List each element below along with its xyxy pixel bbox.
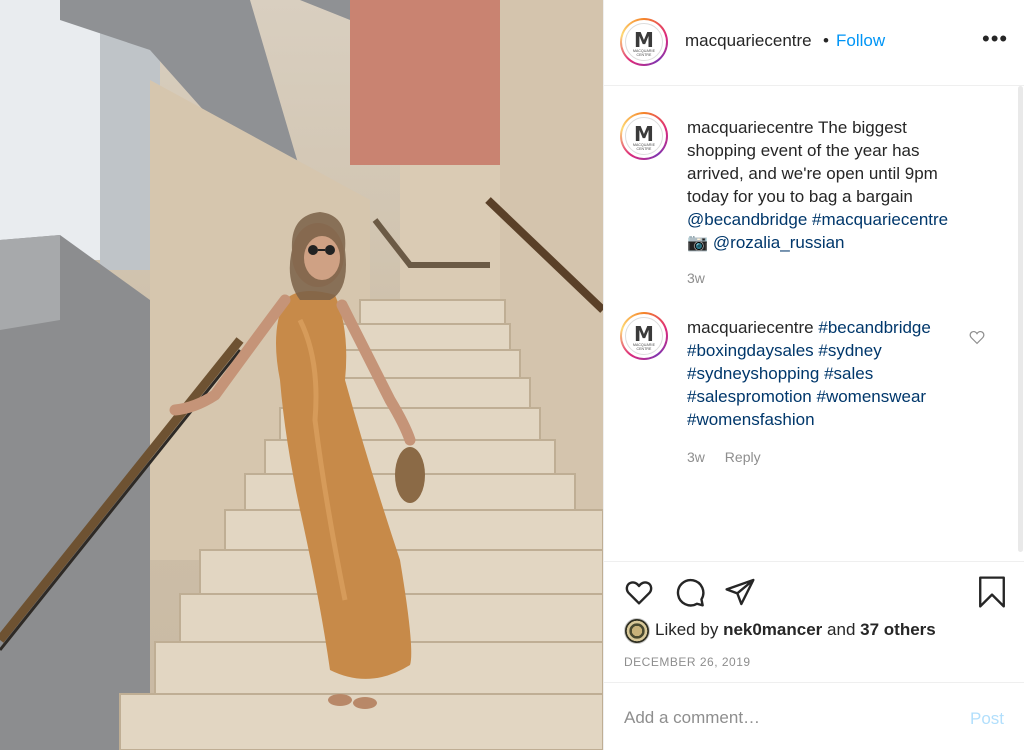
hashtag-link[interactable]: #womensfashion [687,410,815,429]
comments-scrollbar[interactable] [1018,86,1023,552]
macquarie-logo: M MACQUARIE CENTRE [625,117,663,155]
macquarie-logo: M MACQUARIE CENTRE [625,317,663,355]
hashtag-link[interactable]: #salespromotion [687,387,812,406]
comment-icon[interactable] [674,576,706,608]
likes-prefix: Liked by [655,620,719,639]
comment-input[interactable] [624,703,944,733]
caption-meta: 3w [687,270,705,286]
profile-avatar[interactable]: M MACQUARIE CENTRE [620,18,668,66]
camera-icon: 📷 [687,233,709,252]
add-comment-bar: Post [604,682,1024,750]
share-icon[interactable] [724,576,756,608]
post-header: M MACQUARIE CENTRE macquariecentre • Fol… [604,0,1024,86]
post-comment-button[interactable]: Post [970,709,1004,729]
reply-button[interactable]: Reply [725,449,761,465]
comment-text: macquariecentre #becandbridge #boxingday… [687,316,967,431]
post-actions: Liked by nek0mancer and 37 others DECEMB… [604,561,1024,682]
likes-others-link[interactable]: 37 others [860,620,936,639]
caption-username[interactable]: macquariecentre [687,118,814,137]
post-photo[interactable] [0,0,603,750]
more-options-icon[interactable]: ••• [982,26,1008,52]
post-caption: M MACQUARIE CENTRE macquariecentre The b… [620,112,1010,292]
comment-time[interactable]: 3w [687,449,705,465]
hashtag-link[interactable]: #macquariecentre [812,210,948,229]
likes-conjunction: and [827,620,856,639]
post-photo-illustration [0,0,603,750]
liker-username[interactable]: nek0mancer [723,620,822,639]
hashtag-link[interactable]: #boxingdaysales [687,341,814,360]
comment-like-heart-icon[interactable] [968,328,986,346]
hashtag-link[interactable]: #sydneyshopping [687,364,819,383]
follow-button[interactable]: Follow [836,31,885,51]
comment-username[interactable]: macquariecentre [687,318,814,337]
hashtag-link[interactable]: #sydney [818,341,881,360]
liker-avatar[interactable] [624,618,650,644]
caption-text: macquariecentre The biggest shopping eve… [687,116,967,254]
hashtag-link[interactable]: #sales [824,364,873,383]
hashtag-link[interactable]: #womenswear [816,387,926,406]
header-username[interactable]: macquariecentre [685,31,812,51]
comment-avatar[interactable]: M MACQUARIE CENTRE [620,312,668,360]
caption-time[interactable]: 3w [687,270,705,286]
heart-icon[interactable] [623,576,655,608]
hashtag-link[interactable]: #becandbridge [818,318,930,337]
comments-list[interactable]: M MACQUARIE CENTRE macquariecentre The b… [604,86,1024,560]
mention-link[interactable]: @becandbridge [687,210,807,229]
macquarie-logo: M MACQUARIE CENTRE [625,23,663,61]
comment-item: M MACQUARIE CENTRE macquariecentre #beca… [620,312,1010,472]
comment-meta: 3w Reply [687,449,761,465]
bookmark-icon[interactable] [976,575,1008,609]
header-separator: • [823,31,829,50]
caption-avatar[interactable]: M MACQUARIE CENTRE [620,112,668,160]
mention-link[interactable]: @rozalia_russian [713,233,845,252]
post-date[interactable]: DECEMBER 26, 2019 [624,655,751,669]
post-details-panel: M MACQUARIE CENTRE macquariecentre • Fol… [603,0,1024,750]
